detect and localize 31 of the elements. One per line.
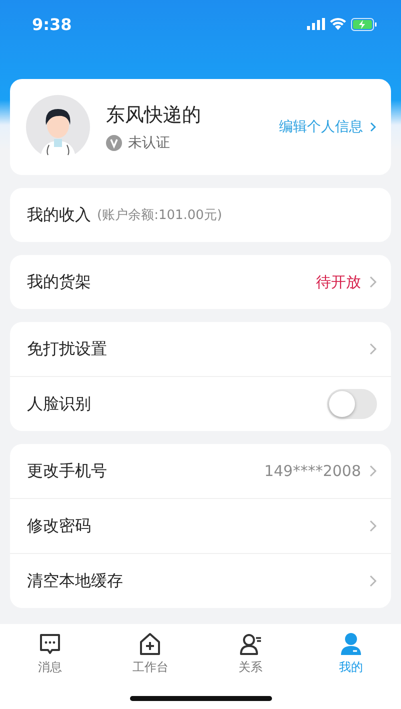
chevron-icon — [369, 275, 377, 289]
chevron-icon — [369, 574, 377, 588]
chevron-icon — [369, 121, 377, 133]
user-name: 东风快递的 — [106, 103, 202, 128]
status-time: 9:38 — [32, 14, 72, 34]
battery-icon — [351, 18, 377, 30]
balance-note: (账户余额:101.00元) — [97, 207, 222, 224]
house-plus-icon — [138, 632, 162, 656]
chevron-icon — [369, 464, 377, 478]
menu-item[interactable]: 免打扰设置 — [27, 338, 107, 360]
chevron-icon — [369, 519, 377, 533]
chat-icon — [38, 632, 62, 656]
tab[interactable]: 关系 — [200, 632, 301, 682]
menu-item[interactable]: 修改密码 — [27, 516, 91, 536]
menu-item[interactable]: 更改手机号 — [27, 460, 107, 482]
person-icon — [338, 632, 363, 656]
verification-status: 未认证 — [128, 134, 170, 152]
wifi-icon — [330, 18, 346, 30]
tab[interactable]: 消息 — [0, 632, 100, 682]
menu-item[interactable]: 我的货架 — [27, 272, 91, 292]
chevron-icon — [369, 342, 377, 356]
verification-badge-icon — [106, 135, 122, 151]
menu-item[interactable]: 清空本地缓存 — [27, 570, 123, 592]
signal-icon — [307, 18, 325, 30]
item-value: 待开放 — [316, 272, 361, 292]
tab[interactable]: 工作台 — [100, 632, 200, 682]
toggle-switch[interactable] — [327, 389, 377, 419]
menu-item[interactable]: 我的收入 — [27, 204, 91, 226]
person-icon — [238, 632, 263, 656]
item-value: 149****2008 — [264, 462, 361, 480]
avatar — [26, 95, 90, 159]
